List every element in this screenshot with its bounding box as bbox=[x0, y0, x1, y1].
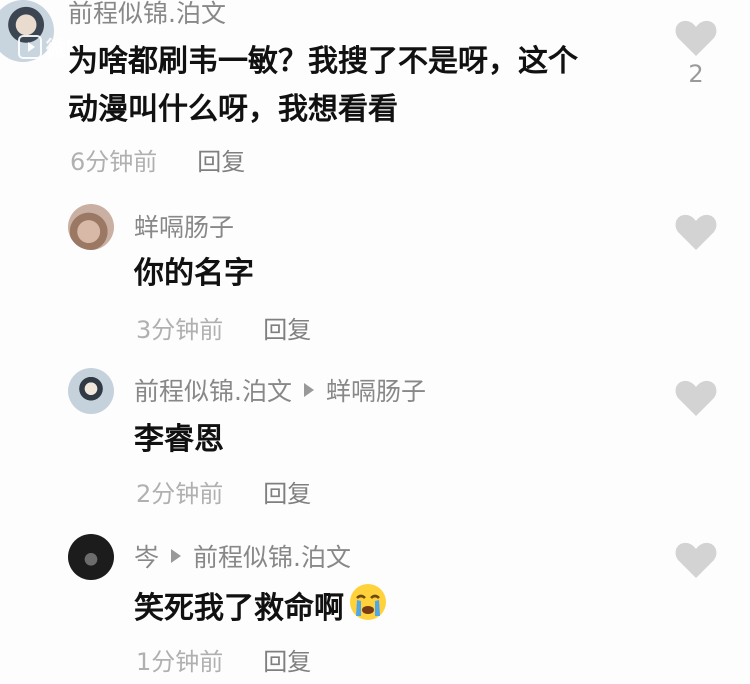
comment-text-line: 李睿恩 bbox=[134, 422, 224, 457]
reply-arrow-icon bbox=[303, 383, 314, 397]
like-button[interactable] bbox=[673, 378, 719, 418]
reply-item: 岑 前程似锦.泊文 笑死我了救命啊 1分钟前 回复 bbox=[0, 530, 750, 680]
comment-timestamp: 1分钟前 bbox=[136, 648, 224, 676]
heart-icon bbox=[675, 20, 717, 56]
heart-icon bbox=[675, 542, 717, 578]
username-label[interactable]: 岑 bbox=[134, 538, 159, 574]
like-button[interactable] bbox=[673, 212, 719, 252]
reply-button[interactable]: 回复 bbox=[263, 642, 311, 677]
play-icon bbox=[18, 34, 42, 59]
heart-icon bbox=[675, 214, 717, 250]
reply-to-username[interactable]: 蛘嗝肠子 bbox=[326, 372, 426, 408]
comment-meta: 6分钟前 回复 bbox=[70, 142, 245, 177]
comment-text-line: 为啥都刷韦一敏？我搜了不是呀，这个 bbox=[68, 44, 578, 79]
avatar[interactable] bbox=[68, 534, 114, 580]
comment-text: 笑死我了救命啊 bbox=[134, 582, 388, 637]
reply-button[interactable]: 回复 bbox=[197, 142, 245, 177]
crying-face-icon bbox=[348, 582, 388, 637]
comment-meta: 3分钟前 回复 bbox=[136, 310, 311, 345]
avatar[interactable] bbox=[68, 368, 114, 414]
reply-to-username[interactable]: 前程似锦.泊文 bbox=[193, 538, 351, 574]
reply-button[interactable]: 回复 bbox=[263, 474, 311, 509]
reply-button[interactable]: 回复 bbox=[263, 310, 311, 345]
comment-username[interactable]: 岑 前程似锦.泊文 bbox=[134, 538, 351, 574]
comment-list: 微叭 前程似锦.泊文 为啥都刷韦一敏？我搜了不是呀，这个 动漫叫什么呀，我想看看… bbox=[0, 0, 750, 684]
comment-meta: 1分钟前 回复 bbox=[136, 642, 311, 677]
comment-username[interactable]: 前程似锦.泊文 bbox=[68, 0, 226, 30]
comment-text-line: 笑死我了救命啊 bbox=[134, 591, 344, 626]
comment-username[interactable]: 前程似锦.泊文 蛘嗝肠子 bbox=[134, 372, 426, 408]
comment-text-line: 动漫叫什么呀，我想看看 bbox=[68, 92, 398, 127]
username-label[interactable]: 前程似锦.泊文 bbox=[68, 0, 226, 30]
like-button[interactable] bbox=[673, 540, 719, 580]
username-label[interactable]: 前程似锦.泊文 bbox=[134, 372, 292, 408]
reply-item: 蛘嗝肠子 你的名字 3分钟前 回复 bbox=[0, 200, 750, 350]
reply-arrow-icon bbox=[171, 549, 182, 563]
comment-timestamp: 3分钟前 bbox=[136, 316, 224, 344]
comment-text-line: 你的名字 bbox=[134, 256, 254, 291]
like-button[interactable]: 2 bbox=[673, 18, 719, 88]
avatar[interactable] bbox=[68, 204, 114, 250]
comment-username[interactable]: 蛘嗝肠子 bbox=[134, 208, 234, 244]
heart-icon bbox=[675, 380, 717, 416]
comment-timestamp: 6分钟前 bbox=[70, 148, 158, 176]
comment-meta: 2分钟前 回复 bbox=[136, 474, 311, 509]
username-label[interactable]: 蛘嗝肠子 bbox=[134, 208, 234, 244]
comment-timestamp: 2分钟前 bbox=[136, 480, 224, 508]
like-count: 2 bbox=[688, 60, 704, 88]
reply-item: 前程似锦.泊文 蛘嗝肠子 李睿恩 2分钟前 回复 bbox=[0, 366, 750, 516]
comment-item: 微叭 前程似锦.泊文 为啥都刷韦一敏？我搜了不是呀，这个 动漫叫什么呀，我想看看… bbox=[0, 0, 750, 190]
